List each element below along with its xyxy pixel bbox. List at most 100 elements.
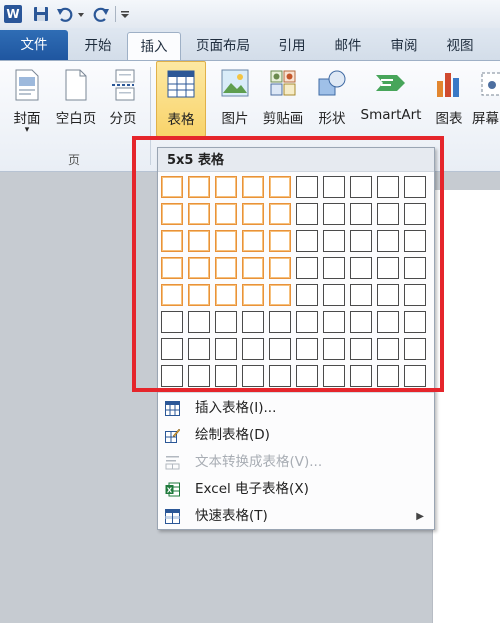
table-grid-cell[interactable] <box>296 230 318 252</box>
table-grid-cell[interactable] <box>269 176 291 198</box>
table-grid-cell[interactable] <box>350 338 372 360</box>
table-grid-cell[interactable] <box>188 338 210 360</box>
table-grid-cell[interactable] <box>296 203 318 225</box>
table-grid-cell[interactable] <box>377 284 399 306</box>
table-grid-cell[interactable] <box>215 311 237 333</box>
table-grid-cell[interactable] <box>350 230 372 252</box>
table-grid-cell[interactable] <box>404 284 426 306</box>
table-grid-cell[interactable] <box>350 284 372 306</box>
table-grid-cell[interactable] <box>242 176 264 198</box>
table-grid-cell[interactable] <box>296 311 318 333</box>
table-grid-cell[interactable] <box>188 176 210 198</box>
table-grid-cell[interactable] <box>296 338 318 360</box>
table-grid-cell[interactable] <box>323 257 345 279</box>
document-page[interactable] <box>432 190 500 623</box>
tab-mailings[interactable]: 邮件 <box>322 32 374 60</box>
table-grid-cell[interactable] <box>242 230 264 252</box>
tab-review[interactable]: 审阅 <box>378 32 430 60</box>
table-grid-cell[interactable] <box>323 284 345 306</box>
table-grid-cell[interactable] <box>323 203 345 225</box>
menu-item-draw-table[interactable]: 绘制表格(D) <box>158 422 434 449</box>
table-grid-cell[interactable] <box>188 203 210 225</box>
table-grid-cell[interactable] <box>161 176 183 198</box>
table-button[interactable]: 表格 <box>156 61 206 137</box>
table-grid-cell[interactable] <box>377 176 399 198</box>
table-grid-cell[interactable] <box>404 365 426 387</box>
table-grid-cell[interactable] <box>377 365 399 387</box>
table-grid-cell[interactable] <box>296 284 318 306</box>
redo-icon[interactable] <box>92 5 110 23</box>
tab-page-layout[interactable]: 页面布局 <box>186 32 260 60</box>
table-grid-cell[interactable] <box>242 284 264 306</box>
table-grid-cell[interactable] <box>161 257 183 279</box>
table-grid-cell[interactable] <box>404 338 426 360</box>
table-grid-cell[interactable] <box>161 311 183 333</box>
table-grid-cell[interactable] <box>404 176 426 198</box>
menu-item-excel-spreadsheet[interactable]: X Excel 电子表格(X) <box>158 476 434 503</box>
table-grid-cell[interactable] <box>269 338 291 360</box>
undo-dropdown-icon[interactable] <box>76 5 86 23</box>
table-grid-cell[interactable] <box>323 176 345 198</box>
table-grid-cell[interactable] <box>377 257 399 279</box>
table-grid-cell[interactable] <box>215 257 237 279</box>
clipart-button[interactable]: 剪贴画 <box>258 61 308 141</box>
table-grid-cell[interactable] <box>404 230 426 252</box>
table-grid-cell[interactable] <box>404 257 426 279</box>
table-grid-cell[interactable] <box>350 365 372 387</box>
table-grid-cell[interactable] <box>296 257 318 279</box>
table-grid-cell[interactable] <box>269 257 291 279</box>
table-grid-cell[interactable] <box>323 311 345 333</box>
tab-home[interactable]: 开始 <box>72 32 124 60</box>
table-grid-cell[interactable] <box>215 176 237 198</box>
menu-item-insert-table[interactable]: 插入表格(I)... <box>158 395 434 422</box>
table-grid-cell[interactable] <box>215 203 237 225</box>
chart-button[interactable]: 图表 <box>430 61 468 141</box>
table-grid-cell[interactable] <box>161 203 183 225</box>
screenshot-button[interactable]: 屏幕 <box>472 61 500 141</box>
table-grid-cell[interactable] <box>404 311 426 333</box>
menu-item-quick-tables[interactable]: 快速表格(T) ▶ <box>158 503 434 530</box>
table-grid-cell[interactable] <box>161 230 183 252</box>
table-grid-cell[interactable] <box>350 203 372 225</box>
table-grid-cell[interactable] <box>269 311 291 333</box>
table-grid-cell[interactable] <box>269 284 291 306</box>
blank-page-button[interactable]: 空白页 <box>50 61 102 141</box>
table-grid-cell[interactable] <box>161 284 183 306</box>
table-grid-cell[interactable] <box>215 338 237 360</box>
table-grid-cell[interactable] <box>188 284 210 306</box>
page-break-button[interactable]: 分页 <box>104 61 142 141</box>
smartart-button[interactable]: SmartArt <box>356 61 426 141</box>
undo-icon[interactable] <box>56 5 74 23</box>
table-grid-cell[interactable] <box>215 284 237 306</box>
table-grid-cell[interactable] <box>242 338 264 360</box>
table-grid-cell[interactable] <box>161 338 183 360</box>
table-grid-cell[interactable] <box>242 257 264 279</box>
table-grid-cell[interactable] <box>188 257 210 279</box>
table-grid-cell[interactable] <box>188 230 210 252</box>
table-grid-cell[interactable] <box>188 365 210 387</box>
tab-references[interactable]: 引用 <box>266 32 318 60</box>
save-icon[interactable] <box>32 5 50 23</box>
table-grid-cell[interactable] <box>269 203 291 225</box>
table-grid-cell[interactable] <box>404 203 426 225</box>
table-grid-cell[interactable] <box>350 176 372 198</box>
table-grid-cell[interactable] <box>350 311 372 333</box>
picture-button[interactable]: 图片 <box>216 61 254 141</box>
table-grid-cell[interactable] <box>323 230 345 252</box>
table-grid-cell[interactable] <box>296 365 318 387</box>
table-grid-cell[interactable] <box>377 230 399 252</box>
customize-toolbar-icon[interactable] <box>119 5 131 23</box>
table-grid-cell[interactable] <box>215 230 237 252</box>
table-grid-cell[interactable] <box>350 257 372 279</box>
table-grid-cell[interactable] <box>161 365 183 387</box>
shapes-button[interactable]: 形状 <box>312 61 352 141</box>
table-grid-cell[interactable] <box>323 365 345 387</box>
table-grid-cell[interactable] <box>188 311 210 333</box>
table-grid-cell[interactable] <box>377 311 399 333</box>
table-grid-cell[interactable] <box>296 176 318 198</box>
table-grid-cell[interactable] <box>215 365 237 387</box>
table-grid-cell[interactable] <box>269 365 291 387</box>
tab-file[interactable]: 文件 <box>0 30 68 60</box>
table-grid-cell[interactable] <box>269 230 291 252</box>
table-grid-cell[interactable] <box>323 338 345 360</box>
